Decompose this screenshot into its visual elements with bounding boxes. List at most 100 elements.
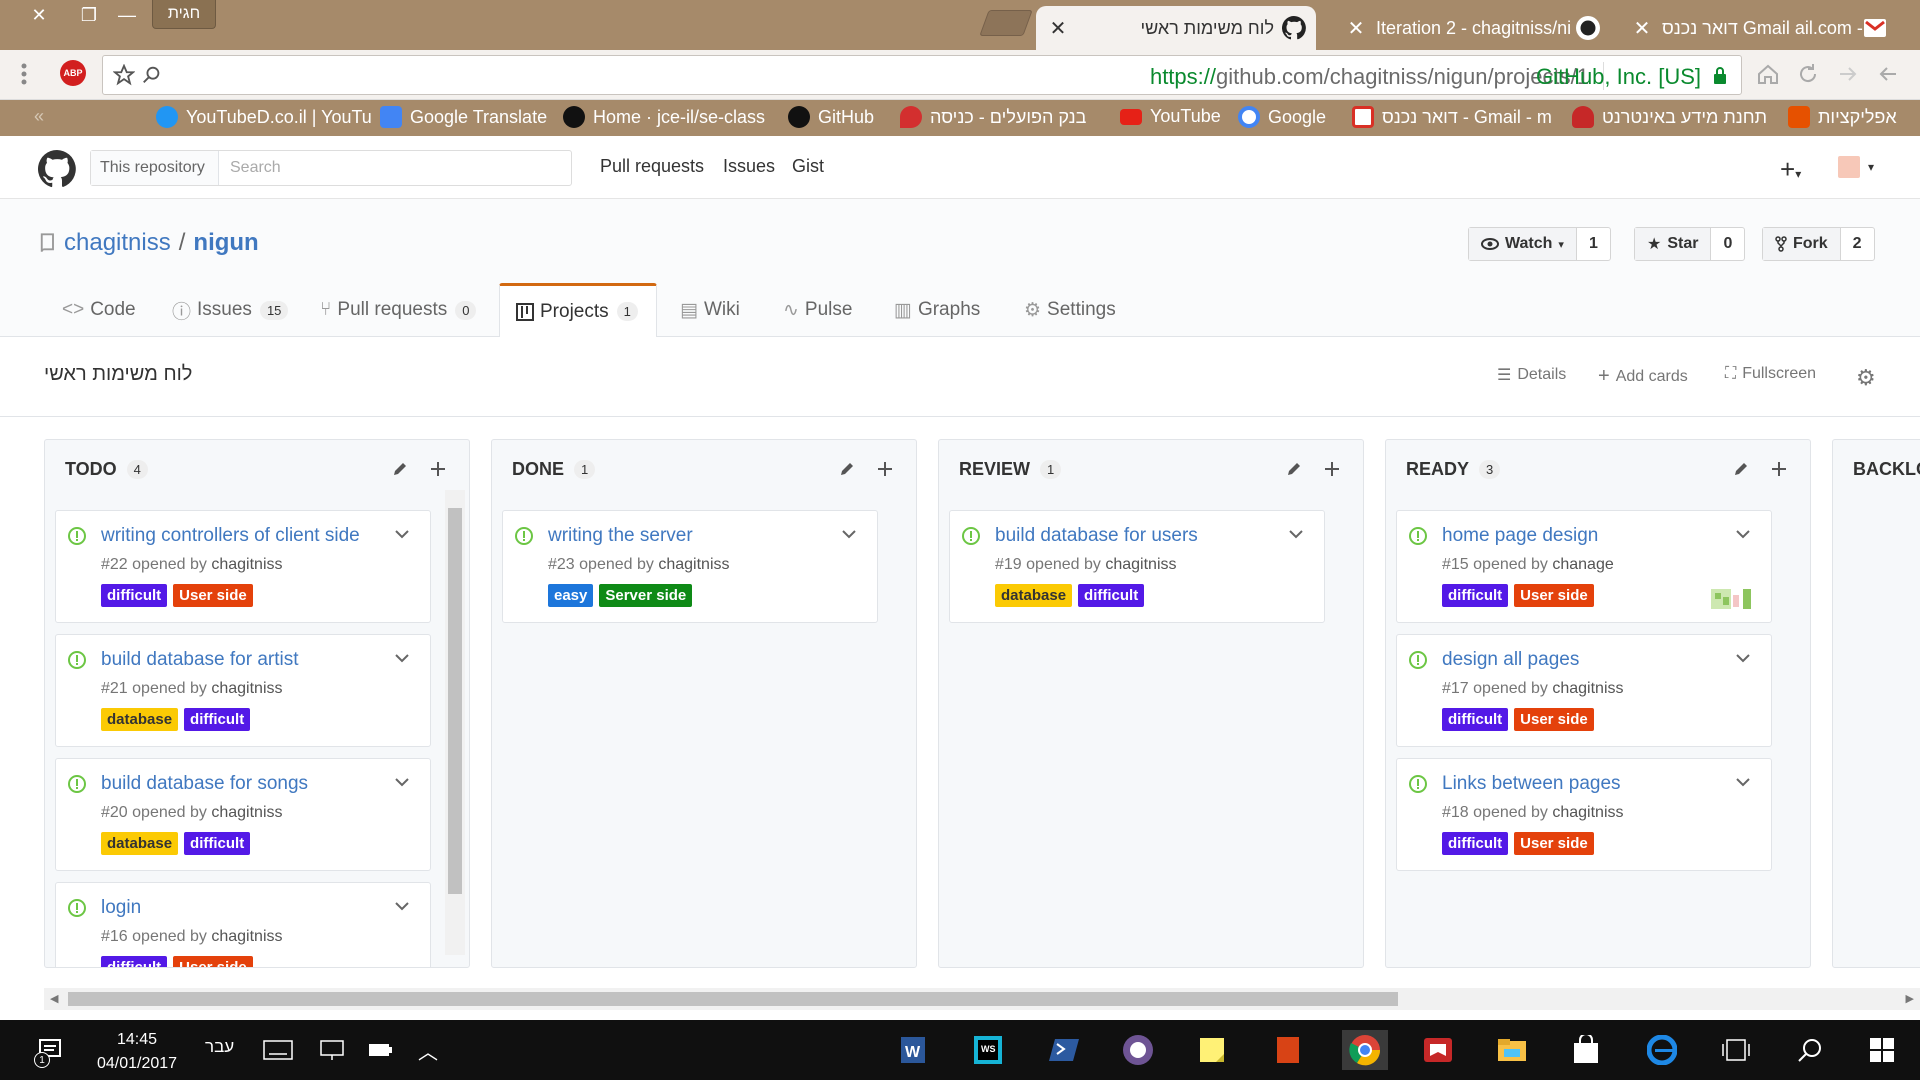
column-scrollbar[interactable] xyxy=(445,490,465,955)
issue-label[interactable]: easy xyxy=(548,584,594,607)
issue-card[interactable]: writing the server #23 opened by chagitni… xyxy=(502,510,878,623)
issue-author-link[interactable]: chanage xyxy=(1552,556,1613,573)
chevron-down-icon[interactable] xyxy=(841,529,857,539)
issue-title-link[interactable]: build database for artist xyxy=(101,649,299,671)
details-button[interactable]: ☰ Details xyxy=(1497,365,1566,385)
bookmark-item[interactable]: תחנת מידע באינטרנט xyxy=(1572,106,1767,128)
issue-label[interactable]: Server side xyxy=(599,584,693,607)
issue-title-link[interactable]: writing the server xyxy=(548,525,693,547)
issue-label[interactable]: database xyxy=(101,708,179,731)
sticky-notes-icon[interactable] xyxy=(1192,1030,1232,1070)
issue-author-link[interactable]: chagitniss xyxy=(211,928,282,945)
scrollbar-thumb[interactable] xyxy=(448,508,462,894)
chevron-down-icon[interactable] xyxy=(394,901,410,911)
tab-code[interactable]: <> Code xyxy=(46,283,152,337)
chevron-down-icon[interactable] xyxy=(394,777,410,787)
edge-icon[interactable] xyxy=(1642,1030,1682,1070)
webstorm-icon[interactable]: WS xyxy=(968,1030,1008,1070)
fullscreen-button[interactable]: ⛶ Fullscreen xyxy=(1725,365,1816,383)
bookmark-item[interactable]: דואר נכנס - Gmail - m xyxy=(1352,106,1552,128)
chevron-up-icon[interactable]: ︿ xyxy=(408,1030,448,1070)
store-icon[interactable] xyxy=(1566,1030,1606,1070)
minimize-window-button[interactable]: — xyxy=(104,0,150,30)
assignee-avatar[interactable] xyxy=(1711,587,1753,609)
create-new-icon[interactable]: +▾ xyxy=(1780,154,1801,185)
chevron-down-icon[interactable]: ▾ xyxy=(1868,160,1874,174)
clock[interactable]: 14:45 04/01/2017 xyxy=(82,1028,192,1076)
tab-active[interactable]: ✕ לוח משימות ראשי xyxy=(1036,6,1316,50)
app-icon[interactable] xyxy=(1268,1030,1308,1070)
fork-count[interactable]: 2 xyxy=(1841,228,1874,260)
issue-card[interactable]: build database for users #19 opened by ch… xyxy=(949,510,1325,623)
network-icon[interactable] xyxy=(312,1030,352,1070)
search-input[interactable]: Search xyxy=(219,151,571,185)
nav-issues[interactable]: Issues xyxy=(723,156,775,177)
tab-issues[interactable]: ⓘ Issues 15 xyxy=(156,283,304,337)
chevron-down-icon[interactable] xyxy=(394,529,410,539)
scroll-left-icon[interactable]: ◀ xyxy=(50,992,58,1005)
bookmark-item[interactable]: Google Translate xyxy=(380,106,547,128)
plus-icon[interactable] xyxy=(1770,460,1788,478)
pencil-icon[interactable] xyxy=(1285,460,1303,478)
reader-icon[interactable] xyxy=(1418,1030,1458,1070)
pencil-icon[interactable] xyxy=(838,460,856,478)
reload-icon[interactable] xyxy=(1796,62,1820,86)
input-language[interactable]: עבר xyxy=(205,1037,234,1057)
new-tab-button[interactable] xyxy=(979,10,1033,36)
bookmark-item[interactable]: Home · jce-il/se-class xyxy=(563,106,765,128)
issue-label[interactable]: database xyxy=(101,832,179,855)
tab-projects[interactable]: Projects 1 xyxy=(499,283,657,337)
chevron-down-icon[interactable] xyxy=(1288,529,1304,539)
home-icon[interactable] xyxy=(1756,62,1780,86)
tab-settings[interactable]: ⚙ Settings xyxy=(1008,283,1132,337)
plus-icon[interactable] xyxy=(429,460,447,478)
bookmark-item[interactable]: אפליקציות xyxy=(1788,106,1897,128)
bookmark-item[interactable]: YouTube xyxy=(1120,106,1221,127)
chrome-icon[interactable] xyxy=(1342,1030,1388,1070)
repo-search[interactable]: This repository Search xyxy=(90,150,572,186)
issue-label[interactable]: difficult xyxy=(101,956,168,967)
forward-icon[interactable] xyxy=(1836,62,1860,86)
issue-label[interactable]: difficult xyxy=(1442,584,1509,607)
issue-label[interactable]: User side xyxy=(1514,708,1594,731)
repo-owner-link[interactable]: chagitniss xyxy=(64,229,171,257)
pencil-icon[interactable] xyxy=(1732,460,1750,478)
issue-label[interactable]: difficult xyxy=(184,708,251,731)
issue-card[interactable]: build database for artist #21 opened by c… xyxy=(55,634,431,747)
scrollbar-thumb[interactable] xyxy=(68,992,1398,1006)
issue-author-link[interactable]: chagitniss xyxy=(211,556,282,573)
tab-graphs[interactable]: ▥ Graphs xyxy=(878,283,996,337)
star-icon[interactable] xyxy=(113,64,135,86)
pencil-icon[interactable] xyxy=(391,460,409,478)
issue-card[interactable]: login #16 opened by chagitniss difficult Us… xyxy=(55,882,431,967)
watch-button[interactable]: Watch ▾ 1 xyxy=(1468,227,1611,261)
issue-author-link[interactable]: chagitniss xyxy=(211,804,282,821)
powershell-icon[interactable] xyxy=(1044,1030,1084,1070)
tab-wiki[interactable]: ▤ Wiki xyxy=(664,283,756,337)
tab-iteration[interactable]: ✕ Iteration 2 - chagitniss/ni xyxy=(1334,6,1610,50)
issue-label[interactable]: difficult xyxy=(1078,584,1145,607)
issue-label[interactable]: database xyxy=(995,584,1073,607)
issue-title-link[interactable]: login xyxy=(101,897,141,919)
avatar[interactable] xyxy=(1838,156,1860,178)
issue-card[interactable]: Links between pages #18 opened by chagitn… xyxy=(1396,758,1772,871)
plus-icon[interactable] xyxy=(1323,460,1341,478)
github-logo-icon[interactable] xyxy=(38,150,76,188)
star-button[interactable]: ★ Star 0 xyxy=(1634,227,1746,261)
fork-button[interactable]: Fork 2 xyxy=(1762,227,1875,261)
keyboard-icon[interactable] xyxy=(258,1030,298,1070)
issue-title-link[interactable]: design all pages xyxy=(1442,649,1579,671)
add-cards-button[interactable]: + Add cards xyxy=(1598,365,1688,388)
issue-author-link[interactable]: chagitniss xyxy=(1552,804,1623,821)
chevron-down-icon[interactable] xyxy=(1735,529,1751,539)
bookmark-item[interactable]: Google xyxy=(1238,106,1326,128)
file-explorer-icon[interactable] xyxy=(1492,1030,1532,1070)
adblock-icon[interactable]: ABP xyxy=(60,60,86,86)
tab-pull-requests[interactable]: ⑂ Pull requests 0 xyxy=(304,283,492,337)
profile-button[interactable]: חגית xyxy=(152,0,216,29)
tab-pulse[interactable]: ∿ Pulse xyxy=(767,283,868,337)
issue-title-link[interactable]: build database for users xyxy=(995,525,1198,547)
tablet-mode-icon[interactable] xyxy=(1716,1030,1756,1070)
tab-close-icon[interactable]: ✕ xyxy=(1046,16,1070,41)
tab-close-icon[interactable]: ✕ xyxy=(1630,16,1654,41)
